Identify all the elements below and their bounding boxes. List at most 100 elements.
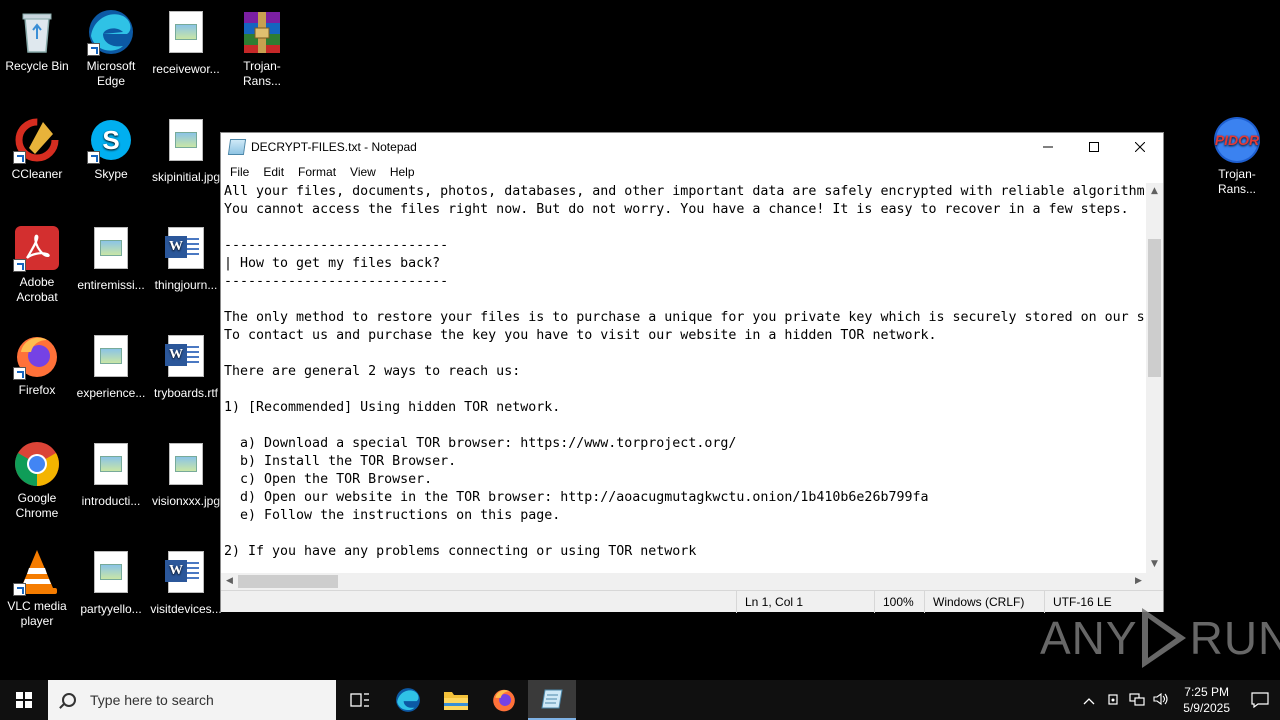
menu-help[interactable]: Help [383,165,422,179]
menu-format[interactable]: Format [291,165,343,179]
desktop-icon-thingjourn[interactable]: W thingjourn... [149,224,223,293]
menu-bar: File Edit Format View Help [221,161,1163,183]
desktop-icon-ccleaner[interactable]: CCleaner [0,116,74,182]
search-placeholder: Type here to search [90,692,214,708]
desktop-icon-trojan-rans-archive[interactable]: Trojan-Rans... [225,8,299,89]
svg-text:S: S [102,125,119,155]
maximize-button[interactable] [1071,133,1117,161]
taskbar-notepad[interactable] [528,680,576,720]
horizontal-scrollbar[interactable]: ◀ ▶ [221,573,1147,590]
window-title: DECRYPT-FILES.txt - Notepad [251,140,417,154]
desktop-icon-label: receivewor... [152,62,220,76]
watermark-left: ANY [1040,612,1138,664]
skype-icon: S [87,116,135,164]
image-file-icon [94,335,128,377]
desktop-icon-label: VLC media player [7,599,67,628]
vlc-icon [13,548,61,596]
desktop-icon-visitdevices[interactable]: W visitdevices... [149,548,223,617]
status-position: Ln 1, Col 1 [736,591,874,613]
task-view-button[interactable] [336,680,384,720]
notepad-window: DECRYPT-FILES.txt - Notepad File Edit Fo… [220,132,1164,613]
desktop-icon-google-chrome[interactable]: Google Chrome [0,440,74,521]
usb-device-icon[interactable] [1101,692,1125,709]
menu-edit[interactable]: Edit [256,165,291,179]
clock-time: 7:25 PM [1184,685,1229,699]
taskbar-firefox[interactable] [480,680,528,720]
notepad-icon [541,689,563,709]
word-doc-icon: W [165,551,204,593]
desktop-icon-label: skipinitial.jpg [151,170,221,184]
desktop-icon-vlc[interactable]: VLC media player [0,548,74,629]
desktop-icon-label: Trojan-Rans... [242,59,281,88]
vertical-scroll-thumb[interactable] [1148,239,1161,377]
desktop-icon-partyyello[interactable]: partyyello... [74,548,148,617]
desktop-icon-visionxxx[interactable]: visionxxx.jpg [149,440,223,509]
volume-icon[interactable] [1149,692,1173,709]
folder-icon [444,692,468,710]
word-doc-icon: W [165,335,204,377]
desktop-icon-label: visitdevices... [150,602,222,616]
desktop-icon-label: experience... [76,386,146,400]
acrobat-icon [13,224,61,272]
edge-icon [396,688,420,712]
text-editor[interactable]: All your files, documents, photos, datab… [221,183,1147,573]
desktop-icon-adobe-acrobat[interactable]: Adobe Acrobat [0,224,74,305]
text-line: You cannot access the files right now. B… [224,202,1129,217]
close-button[interactable] [1117,133,1163,161]
ccleaner-icon [13,116,61,164]
desktop-icon-skype[interactable]: S Skype [74,116,148,182]
image-file-icon [169,119,203,161]
network-icon[interactable] [1125,692,1149,709]
desktop-icon-label: tryboards.rtf [153,386,219,400]
desktop-icon-firefox[interactable]: Firefox [0,332,74,398]
anyrun-watermark: ANY RUN [1040,608,1280,668]
text-line: a) Download a special TOR browser: https… [224,436,737,451]
text-line: c) Open the TOR Browser. [224,472,433,487]
vertical-scrollbar[interactable]: ▲ ▼ [1146,183,1163,573]
chevron-up-icon[interactable] [1077,693,1101,708]
desktop-icon-tryboards[interactable]: W tryboards.rtf [149,332,223,401]
image-file-icon [169,443,203,485]
image-file-icon [169,11,203,53]
scroll-right-icon[interactable]: ▶ [1130,573,1147,590]
taskbar-clock[interactable]: 7:25 PM 5/9/2025 [1173,684,1240,716]
desktop-icon-introducti[interactable]: introducti... [74,440,148,509]
desktop-icon-experience[interactable]: experience... [74,332,148,401]
desktop-icon-skipinitial[interactable]: skipinitial.jpg [149,116,223,185]
taskbar-search-box[interactable]: Type here to search [48,680,336,720]
taskbar-file-explorer[interactable] [432,680,480,720]
scroll-up-icon[interactable]: ▲ [1146,183,1163,200]
text-line: There are general 2 ways to reach us: [224,364,521,379]
desktop-icon-microsoft-edge[interactable]: Microsoft Edge [74,8,148,89]
scroll-down-icon[interactable]: ▼ [1146,556,1163,573]
horizontal-scroll-thumb[interactable] [238,575,338,588]
text-line: e) Follow the instructions on this page. [224,508,561,523]
desktop-icon-receivewor[interactable]: receivewor... [149,8,223,77]
menu-view[interactable]: View [343,165,383,179]
svg-text:PIDOR: PIDOR [1215,132,1260,148]
firefox-icon [13,332,61,380]
desktop-icon-label: Adobe Acrobat [16,275,58,304]
status-line-endings: Windows (CRLF) [924,591,1044,613]
desktop-icon-label: CCleaner [11,167,63,181]
watermark-play-icon [1141,608,1186,668]
taskbar-edge[interactable] [384,680,432,720]
clock-date: 5/9/2025 [1183,701,1230,715]
scroll-left-icon[interactable]: ◀ [221,573,238,590]
desktop-icon-label: entiremissi... [77,278,145,292]
minimize-button[interactable] [1025,133,1071,161]
text-line [224,381,1147,399]
text-line [224,417,1147,435]
notepad-title-bar[interactable]: DECRYPT-FILES.txt - Notepad [221,133,1163,161]
start-button[interactable] [0,680,48,720]
desktop-icon-trojan-rans-exe[interactable]: PIDOR Trojan-Rans... [1200,116,1274,197]
menu-file[interactable]: File [223,165,256,179]
text-line [224,291,1147,309]
desktop-icon-entiremissi[interactable]: entiremissi... [74,224,148,293]
notification-center-button[interactable] [1240,680,1280,720]
desktop-icon-label: Trojan-Rans... [1217,167,1256,196]
desktop-icon-recycle-bin[interactable]: Recycle Bin [0,8,74,74]
image-file-icon [94,227,128,269]
pidor-ransomware-icon: PIDOR [1213,116,1261,164]
windows-logo-icon [16,692,32,708]
